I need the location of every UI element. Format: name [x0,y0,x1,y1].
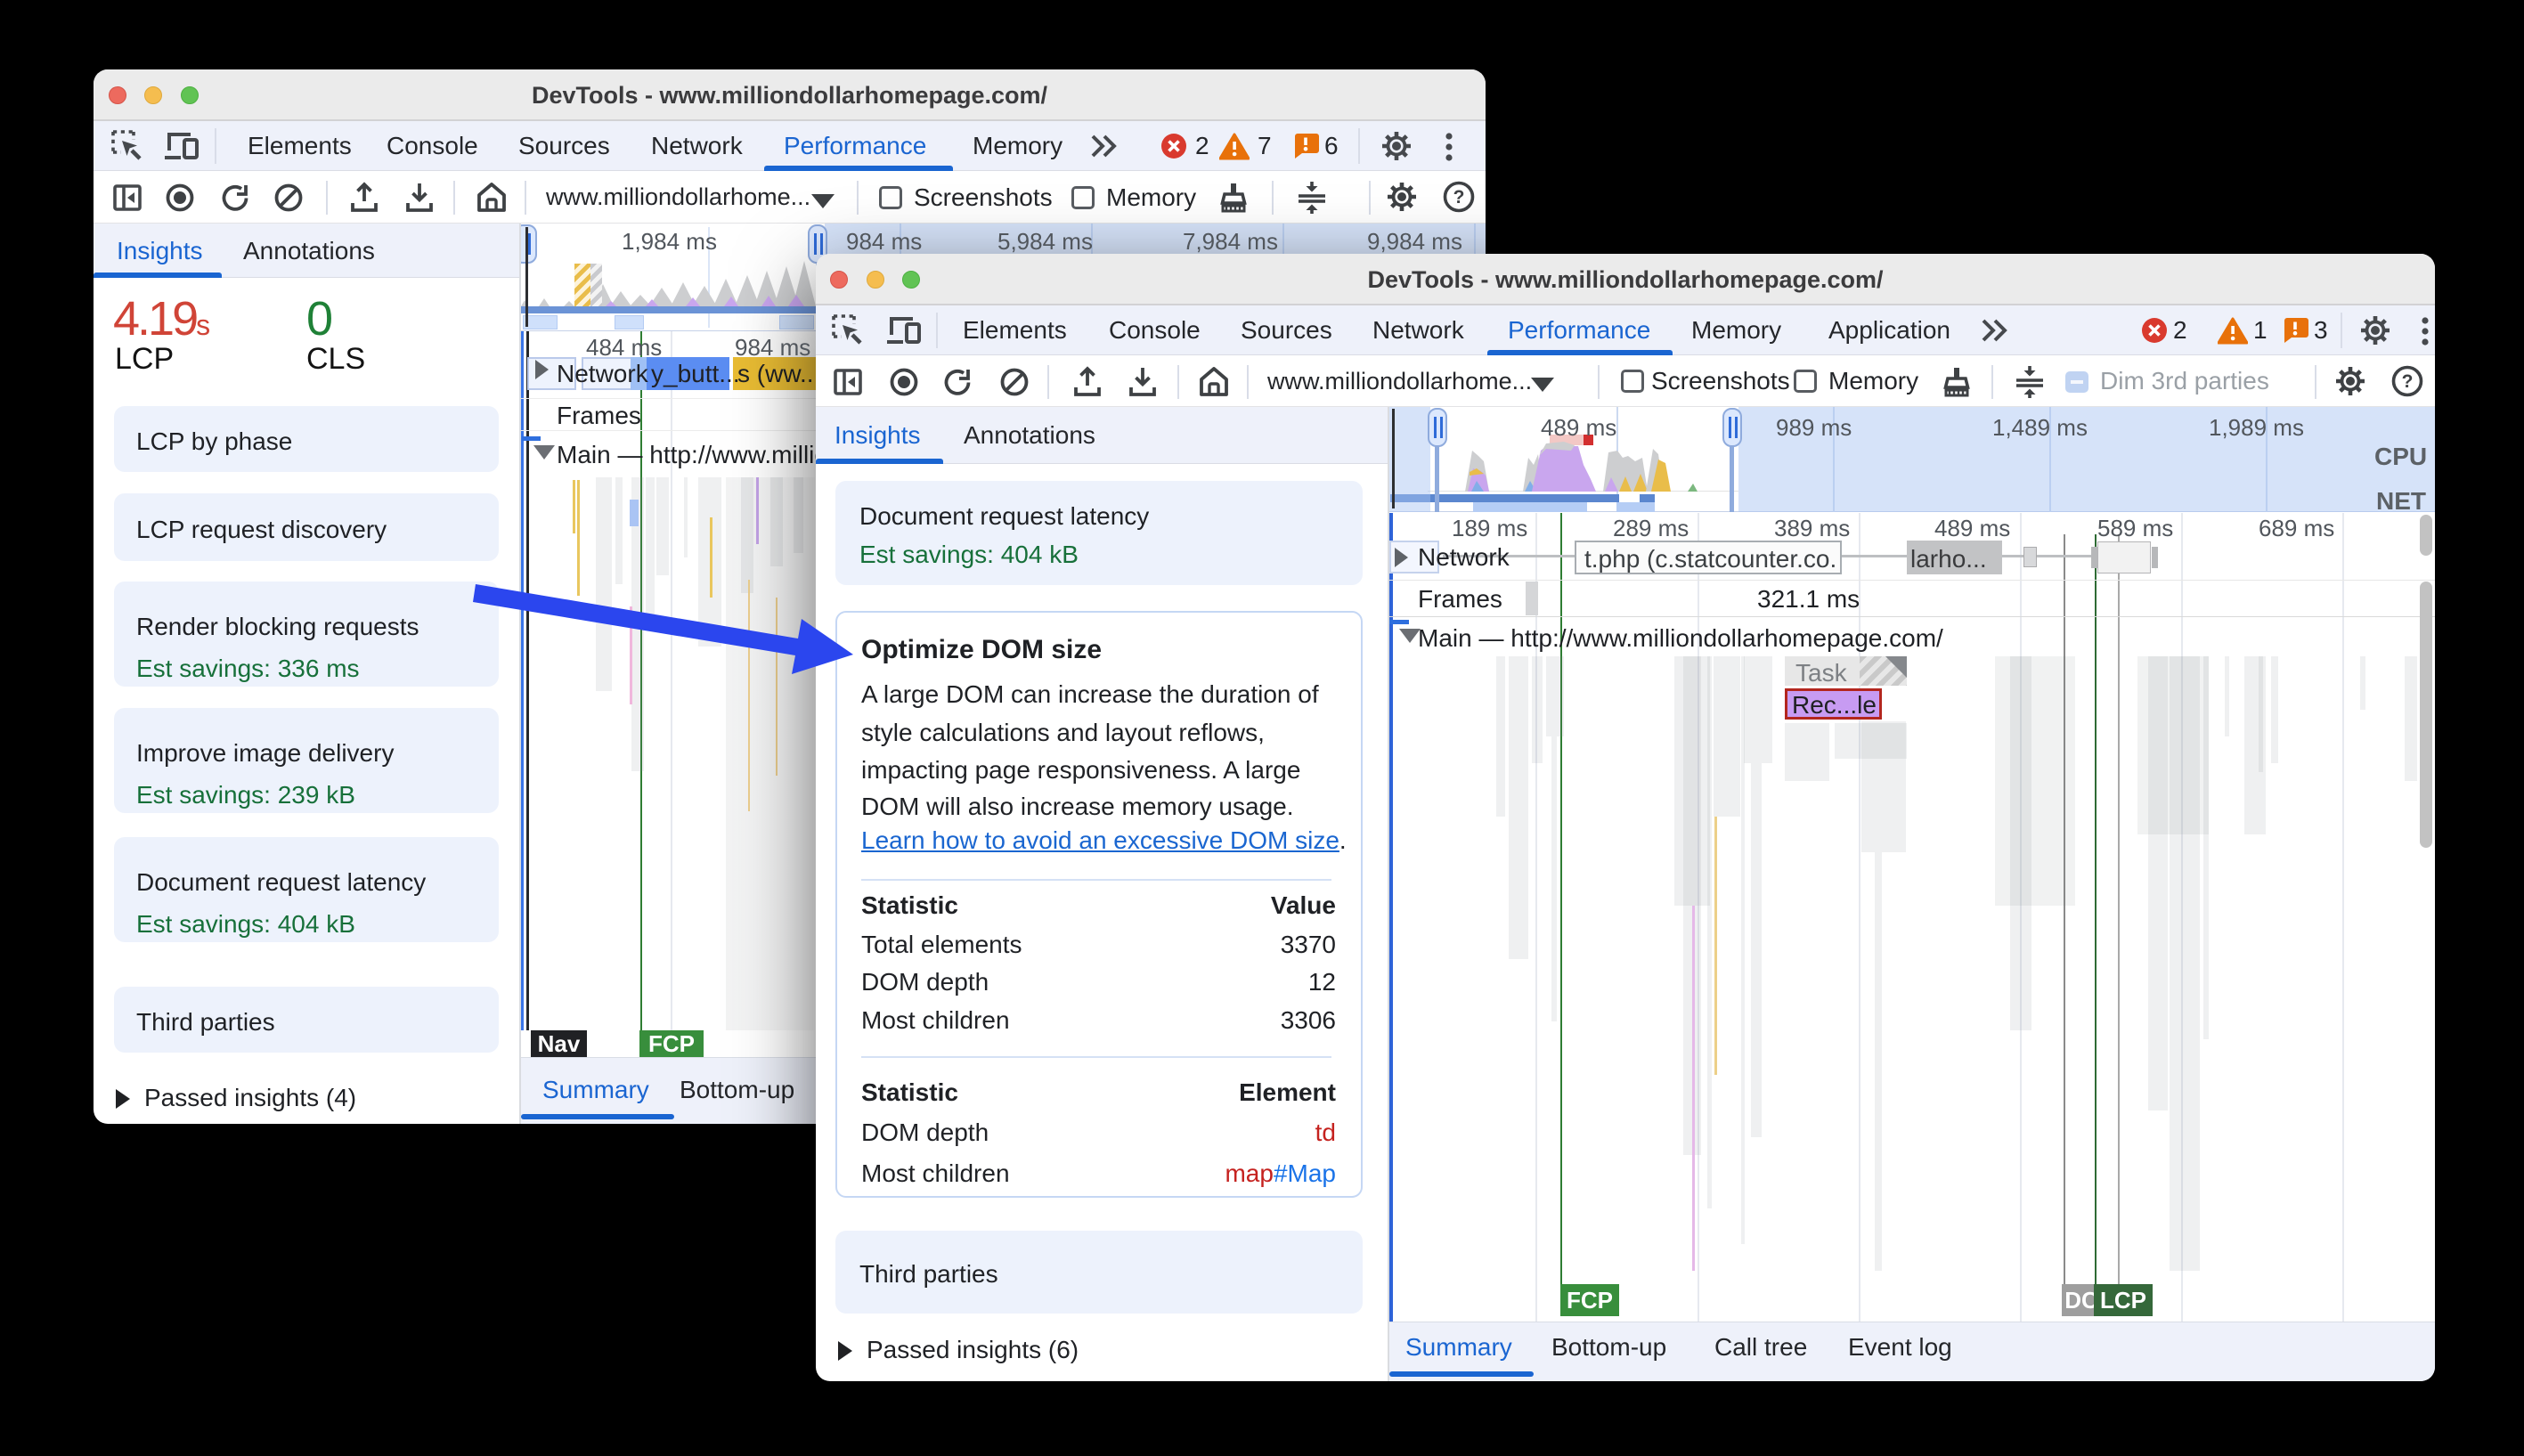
svg-text:?: ? [2402,371,2414,392]
svg-text:?: ? [1453,187,1465,207]
